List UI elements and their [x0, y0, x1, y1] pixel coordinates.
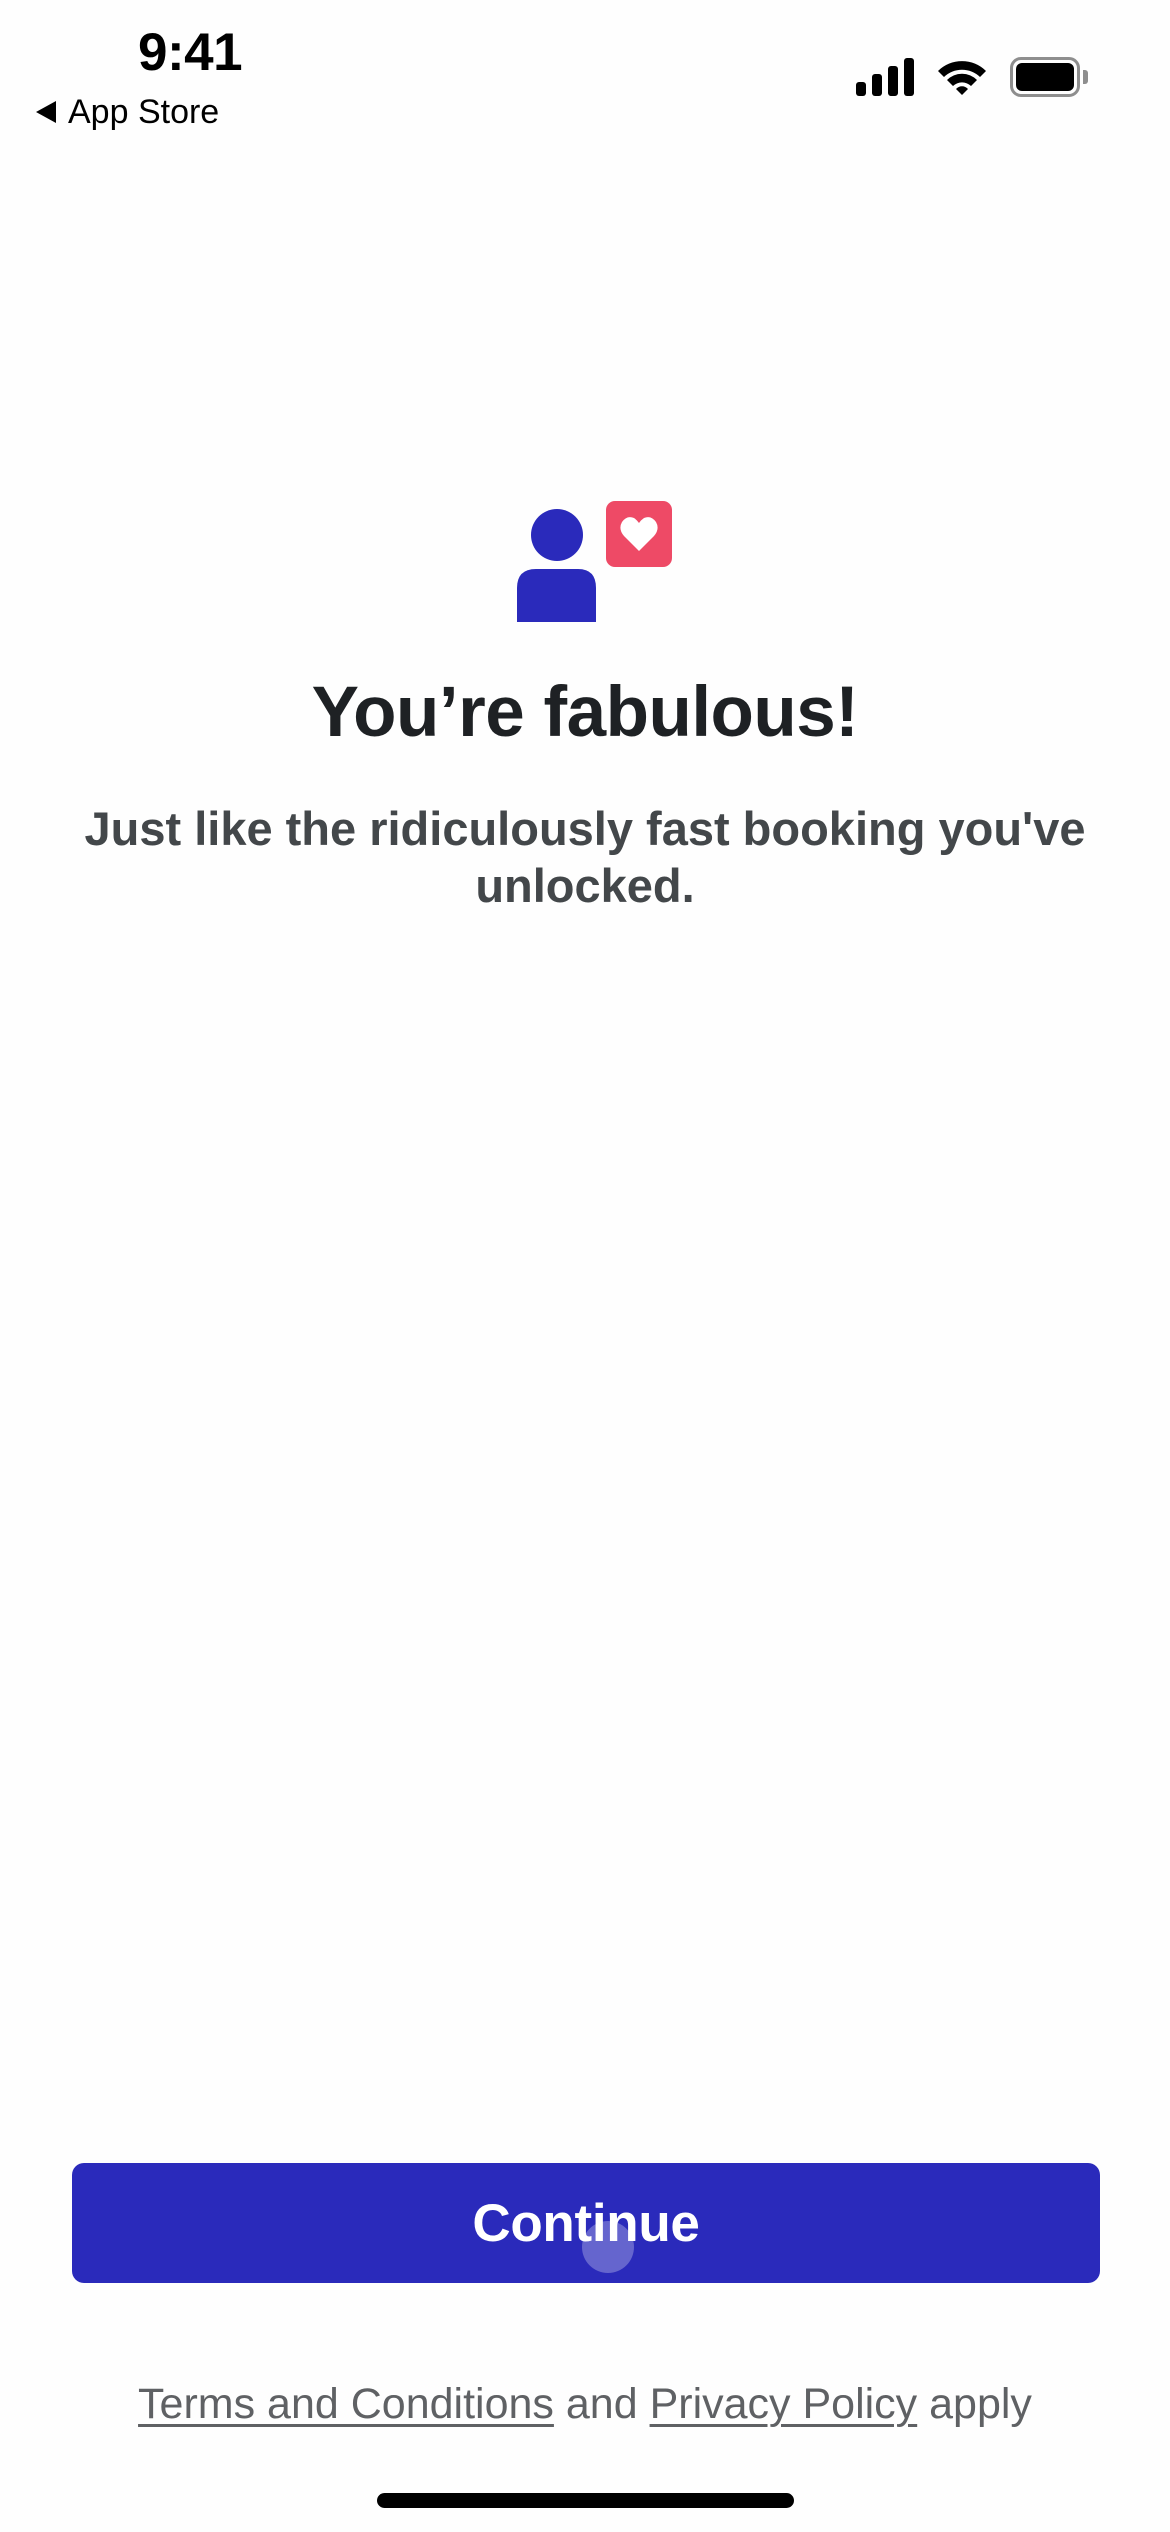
person-with-heart-icon	[515, 500, 675, 622]
continue-button[interactable]: Continue	[72, 2163, 1100, 2283]
terms-and-conditions-link[interactable]: Terms and Conditions	[138, 2380, 554, 2428]
back-label: App Store	[68, 92, 220, 131]
battery-icon	[1010, 57, 1088, 97]
back-arrow-icon	[36, 101, 56, 123]
back-to-app-store-button[interactable]: App Store	[36, 90, 219, 134]
footer-and-text: and	[553, 2380, 650, 2428]
home-indicator[interactable]	[377, 2493, 794, 2508]
signal-icon	[856, 58, 916, 96]
status-time: 9:41	[138, 23, 243, 82]
person-body	[517, 569, 596, 622]
page-title: You’re fabulous!	[311, 673, 859, 752]
person-head	[531, 509, 583, 561]
legal-footer: Terms and Conditions and Privacy Policy …	[0, 2380, 1170, 2429]
privacy-policy-link[interactable]: Privacy Policy	[650, 2380, 918, 2428]
wifi-icon	[936, 58, 988, 96]
page-subtitle: Just like the ridiculously fast booking …	[84, 802, 1086, 912]
status-icons	[852, 56, 1102, 98]
footer-apply-text: apply	[917, 2380, 1032, 2428]
